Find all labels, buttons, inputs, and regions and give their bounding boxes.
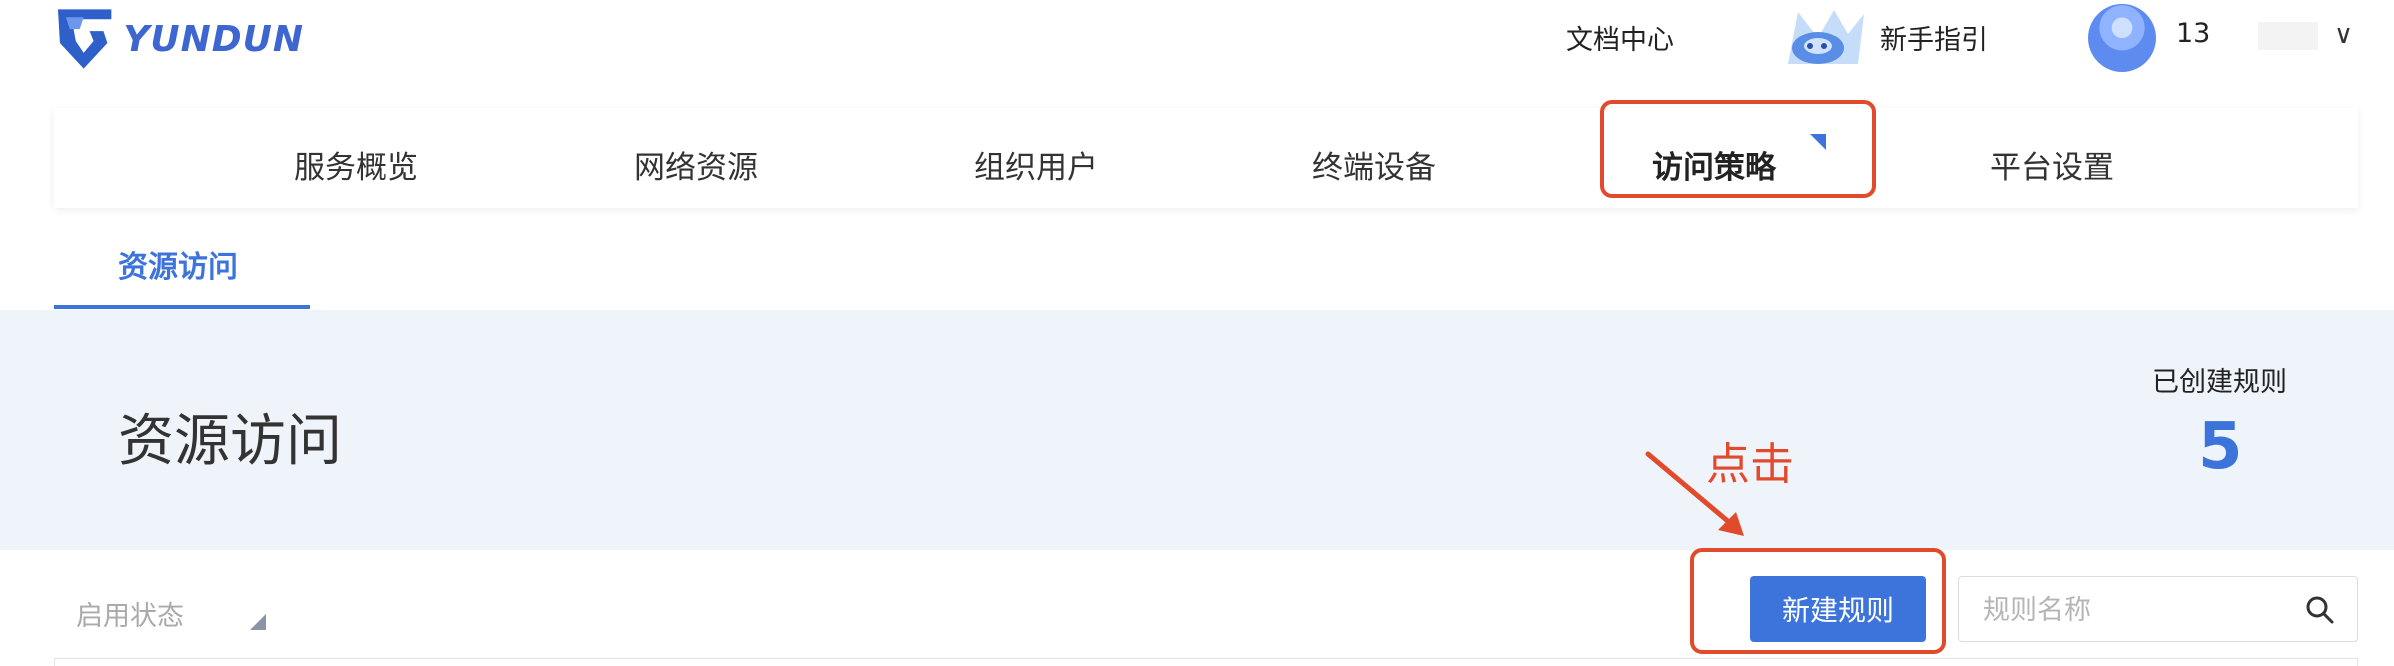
rule-name-search-input[interactable] <box>1981 585 2285 635</box>
rule-search-box <box>1958 576 2358 642</box>
status-filter[interactable]: 启用状态 <box>76 594 184 633</box>
top-navigation: 服务概览 网络资源 组织用户 终端设备 访问策略 平台设置 <box>54 108 2358 208</box>
table-top-border <box>54 658 2358 666</box>
user-name[interactable]: 13 <box>2176 18 2210 49</box>
guide-mascot-icon[interactable] <box>1778 4 1868 72</box>
yundun-logo-icon <box>57 9 112 69</box>
docs-center-link[interactable]: 文档中心 <box>1566 18 1674 57</box>
dropdown-caret-icon[interactable] <box>250 614 266 630</box>
page-banner <box>0 310 2394 550</box>
nav-item-network-resources[interactable]: 网络资源 <box>634 142 758 187</box>
rules-created-count: 5 <box>2198 410 2243 484</box>
logo-text: YUNDUN <box>123 18 304 60</box>
active-tab-underline <box>54 305 310 309</box>
beginner-guide-link[interactable]: 新手指引 <box>1880 18 1988 57</box>
tab-resource-access[interactable]: 资源访问 <box>118 242 238 286</box>
nav-item-terminal-devices[interactable]: 终端设备 <box>1312 142 1436 187</box>
highlight-box-access-policy <box>1600 100 1876 198</box>
nav-item-service-overview[interactable]: 服务概览 <box>294 142 418 187</box>
rules-created-label: 已创建规则 <box>2152 367 2287 398</box>
page-title: 资源访问 <box>118 409 342 474</box>
annotation-arrow-icon <box>1645 451 1744 536</box>
nav-item-org-users[interactable]: 组织用户 <box>974 142 1098 187</box>
logo[interactable]: YUNDUN <box>54 4 304 74</box>
nav-item-platform-settings[interactable]: 平台设置 <box>1990 142 2114 187</box>
avatar[interactable] <box>2088 4 2156 72</box>
new-rule-button[interactable]: 新建规则 <box>1750 576 1926 642</box>
user-name-redaction <box>2258 22 2318 50</box>
chevron-down-icon[interactable]: ∨ <box>2334 20 2353 50</box>
search-icon[interactable] <box>2305 595 2335 625</box>
